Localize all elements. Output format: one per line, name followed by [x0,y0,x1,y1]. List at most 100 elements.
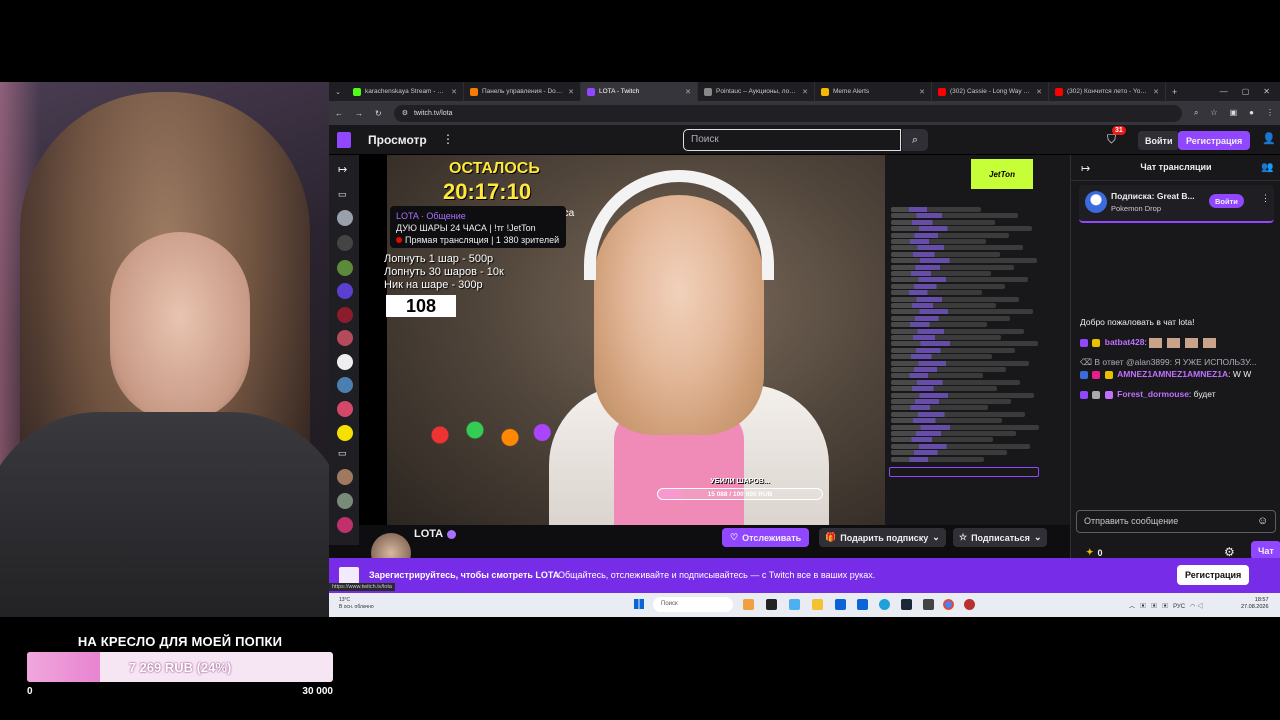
site-info-icon[interactable]: ⚙ [402,109,408,117]
chat-username[interactable]: AMNEZ1AMNEZ1AMNEZ1A [1117,369,1228,379]
windows-start-icon[interactable] [634,599,644,609]
twitch-logo-icon[interactable] [337,132,351,148]
sidebar-channel-avatar[interactable] [337,401,353,417]
tab-close-icon[interactable]: ✕ [451,88,457,96]
menu-dots-icon[interactable]: ⋮ [1266,108,1274,118]
tab-close-icon[interactable]: ✕ [685,88,691,96]
search-icon[interactable]: ⌕ [902,129,928,151]
taskbar-search[interactable]: Поиск [653,597,733,612]
follow-button[interactable]: ♡ Отслеживать [722,528,810,547]
sidebar-channel-avatar[interactable] [337,377,353,393]
expand-sidebar-icon[interactable]: ↦ [338,163,347,176]
bookmark-star-icon[interactable]: ☆ [1210,108,1217,118]
browser-tab[interactable]: Meme Alerts ✕ [815,82,932,101]
chat-users-icon[interactable]: 👥 [1261,162,1273,173]
sidebar-channel-avatar[interactable] [337,307,353,323]
video-player[interactable]: ОСТАЛОСЬ 20:17:10 24 часа Лопнуть 1 шар … [359,155,1070,525]
tab-close-icon[interactable]: ✕ [1153,88,1159,96]
sidebar-channel-avatar[interactable] [337,425,353,441]
emote-picker-icon[interactable]: ☺ [1257,515,1268,527]
search-input[interactable]: Поиск [683,129,901,151]
browser-window: ⌄ karachenskaya Stream - Watch ✕ Панель уп… [329,82,1280,617]
embedded-chat-line [891,283,1005,289]
sidebar-channel-avatar[interactable] [337,260,353,276]
embedded-chat-line [891,411,1025,417]
pinned-login-button[interactable]: Войти [1209,194,1244,208]
close-icon[interactable]: ✕ [1263,87,1270,96]
tab-search-icon[interactable]: ⌄ [329,82,347,101]
chat-input[interactable]: Отправить сообщение [1076,510,1276,533]
steam-icon[interactable] [901,599,912,610]
sidebar-channel-avatar[interactable] [337,493,353,509]
weather-widget[interactable]: 13°C В осн. облачно [339,597,374,611]
maximize-icon[interactable]: ▢ [1242,87,1250,96]
more-dots-icon[interactable]: ⋮ [1261,193,1270,204]
url-field[interactable]: ⚙ twitch.tv/lota [393,104,1182,122]
tray-app-icon[interactable]: ▣ [1151,604,1157,610]
sidebar-channel-avatar[interactable] [337,283,353,299]
language-indicator[interactable]: РУС [1173,604,1185,610]
more-dots-icon[interactable]: ⋮ [442,132,454,146]
channel-name[interactable]: LOTA [414,528,457,540]
new-tab-button[interactable]: + [1166,87,1183,97]
tray-app-icon[interactable]: ▣ [1162,604,1168,610]
browser-tab[interactable]: (302) Cassie - Long Way 2 Go ✕ [932,82,1049,101]
chat-username[interactable]: batbat428 [1105,337,1145,347]
file-explorer-icon[interactable] [812,599,823,610]
forward-icon[interactable]: → [355,109,363,118]
sidebar-channel-avatar[interactable] [337,235,353,251]
gift-sub-button[interactable]: 🎁 Подарить подписку ⌄ [819,528,946,547]
balloons [419,410,559,460]
browser-tab[interactable]: Pointauc – Аукционы, лотереи ✕ [698,82,815,101]
tab-close-icon[interactable]: ✕ [802,88,808,96]
subscribe-button[interactable]: ☆ Подписаться ⌄ [953,528,1048,547]
tab-close-icon[interactable]: ✕ [568,88,574,96]
chat-settings-icon[interactable]: ⚙ [1224,545,1235,559]
browser-tab[interactable]: (302) Кончится лето - YouTube ✕ [1049,82,1166,101]
browser-tab[interactable]: karachenskaya Stream - Watch ✕ [347,82,464,101]
wifi-icon[interactable]: ◠ [1190,604,1195,610]
reload-icon[interactable]: ↻ [375,109,382,118]
browser-tab[interactable]: LOTA - Twitch ✕ [581,82,698,101]
tray-chevron-icon[interactable]: ︿ [1129,604,1135,610]
sidebar-channel-avatar[interactable] [337,517,353,533]
edge-icon[interactable] [879,599,890,610]
browser-tab[interactable]: Панель управления - DonationAlerts ✕ [464,82,581,101]
chrome-icon[interactable] [943,599,954,610]
taskbar-app-icon[interactable] [835,599,846,610]
url-text: twitch.tv/lota [413,109,453,117]
obs-icon[interactable] [964,599,975,610]
channel-points[interactable]: ✦ 0 [1086,547,1103,558]
minimize-icon[interactable]: — [1220,87,1228,96]
taskbar-app-icon[interactable] [923,599,934,610]
profile-icon[interactable]: ● [1249,108,1254,118]
tab-close-icon[interactable]: ✕ [1036,88,1042,96]
sidebar-channel-avatar[interactable] [337,330,353,346]
chat-username[interactable]: Forest_dormouse [1117,389,1189,399]
tab-title: (302) Кончится лето - YouTube [1067,88,1149,95]
taskbar-app-icon[interactable] [743,599,754,610]
outlook-icon[interactable] [857,599,868,610]
embedded-chat-input [889,467,1039,477]
extensions-icon[interactable]: ▣ [1230,108,1238,118]
back-icon[interactable]: ← [335,109,343,118]
volume-icon[interactable]: ◁ [1197,604,1203,610]
zoom-icon[interactable]: ⌕ [1194,108,1198,118]
user-menu-icon[interactable]: 👤 [1262,132,1276,145]
tab-close-icon[interactable]: ✕ [919,88,925,96]
embedded-chat-line [891,399,1011,404]
signup-button[interactable]: Регистрация [1178,131,1251,150]
task-view-icon[interactable] [766,599,777,610]
tray-app-icon[interactable]: ▣ [1140,604,1146,610]
sidebar-channel-avatar[interactable] [337,354,353,370]
taskbar-app-icon[interactable] [789,599,800,610]
taskbar-clock[interactable]: 18:57 27.08.2026 [1241,597,1269,611]
channel-tooltip: LOTA · Общение ДУЮ ШАРЫ 24 ЧАСА | !тг !J… [390,206,566,248]
embedded-chat-line [891,303,996,308]
login-button[interactable]: Войти [1138,131,1180,150]
browse-link[interactable]: Просмотр [368,133,427,147]
banner-signup-button[interactable]: Регистрация [1177,565,1250,585]
sidebar-channel-avatar[interactable] [337,469,353,485]
sidebar-channel-avatar[interactable] [337,210,353,226]
live-dot-icon [396,237,402,243]
